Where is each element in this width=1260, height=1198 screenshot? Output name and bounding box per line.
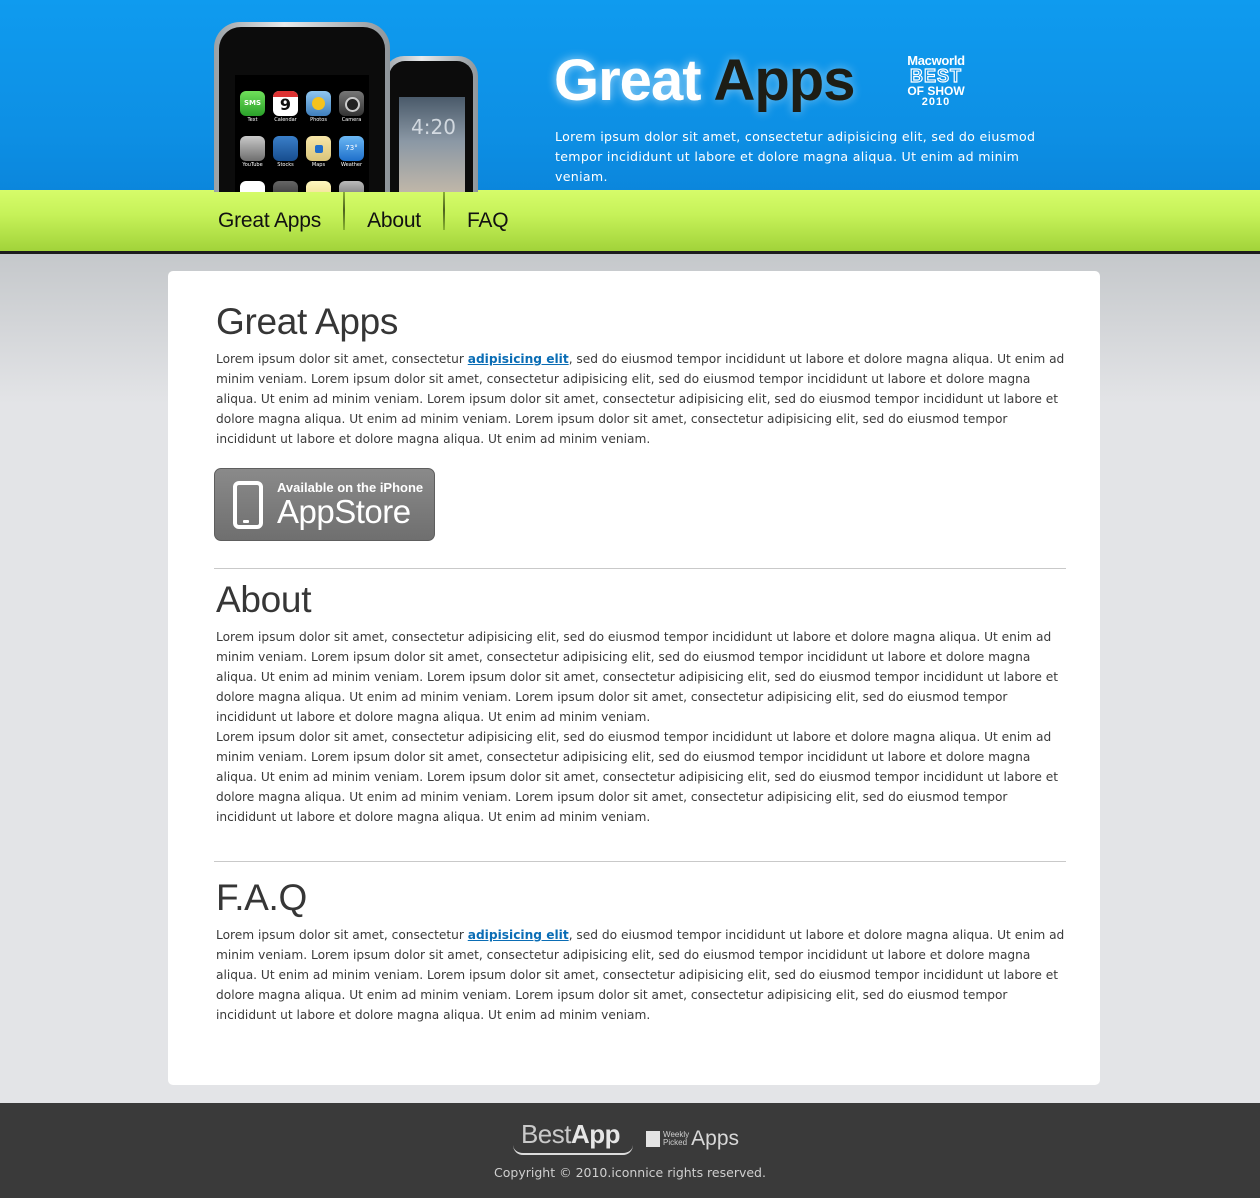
- nav-link-faq[interactable]: FAQ: [445, 209, 530, 233]
- site-title-word2: Apps: [713, 48, 855, 113]
- section-heading-about: About: [216, 579, 312, 620]
- section-divider: [214, 861, 1066, 862]
- iphone-icon: [233, 480, 263, 529]
- bestapp-logo[interactable]: BestApp: [512, 1119, 633, 1155]
- app-icon-calculator: [272, 181, 299, 192]
- nav-item-faq[interactable]: FAQ: [445, 190, 530, 251]
- section-about: About Lorem ipsum dolor sit amet, consec…: [216, 579, 1066, 827]
- header: 4:20 SMS Text 9 Calendar Photos Camera You…: [0, 0, 1260, 192]
- app-icon-photos: Photos: [305, 91, 332, 123]
- site-title-word1: Great: [554, 48, 702, 113]
- macworld-badge: Macworld BEST OF SHOW 2010: [907, 53, 965, 108]
- main-nav: Great Apps About FAQ: [0, 190, 1260, 254]
- inline-link[interactable]: adipisicing elit: [468, 352, 569, 366]
- content-panel: Great Apps Lorem ipsum dolor sit amet, c…: [168, 271, 1100, 1085]
- app-icon-clock: [239, 181, 266, 192]
- weekly-picked-apps-logo[interactable]: Weekly Picked Apps: [646, 1127, 739, 1151]
- app-icon-calendar: 9 Calendar: [272, 91, 299, 123]
- app-icon-camera: Camera: [338, 91, 365, 123]
- section-great-apps: Great Apps Lorem ipsum dolor sit amet, c…: [216, 301, 1066, 449]
- section-faq: F.A.Q Lorem ipsum dolor sit amet, consec…: [216, 877, 1066, 1025]
- copyright-text: Copyright © 2010.iconnice rights reserve…: [494, 1165, 766, 1180]
- nav-item-about[interactable]: About: [345, 190, 443, 251]
- app-icon-notes: [305, 181, 332, 192]
- iphone-back-image: 4:20: [384, 56, 478, 192]
- app-icon-weather: 73° Weather: [338, 136, 365, 168]
- app-icon-stocks: Stocks: [272, 136, 299, 168]
- section-text-great-apps: Lorem ipsum dolor sit amet, consectetur …: [216, 352, 1065, 446]
- section-text-about-1: Lorem ipsum dolor sit amet, consectetur …: [216, 630, 1058, 724]
- footer: BestApp Weekly Picked Apps Copyright © 2…: [0, 1103, 1260, 1198]
- app-icon-maps: Maps: [305, 136, 332, 168]
- nav-item-great-apps[interactable]: Great Apps: [196, 190, 343, 251]
- section-heading-faq: F.A.Q: [216, 877, 308, 918]
- logo-box-icon: [646, 1131, 661, 1147]
- nav-link-about[interactable]: About: [345, 209, 443, 233]
- header-tagline: Lorem ipsum dolor sit amet, consectetur …: [555, 129, 1036, 184]
- section-divider: [214, 568, 1066, 569]
- nav-link-great-apps[interactable]: Great Apps: [196, 209, 343, 233]
- app-store-button[interactable]: Available on the iPhone AppStore: [214, 468, 435, 541]
- phone-screen: SMS Text 9 Calendar Photos Camera YouTube …: [235, 75, 369, 192]
- section-heading-great-apps: Great Apps: [216, 301, 399, 342]
- logo-swoosh: [512, 1145, 633, 1155]
- app-store-big-label: AppStore: [277, 493, 411, 530]
- app-icon-youtube: YouTube: [239, 136, 266, 168]
- app-icon-text: SMS Text: [239, 91, 266, 123]
- section-text-about-2: Lorem ipsum dolor sit amet, consectetur …: [216, 730, 1058, 824]
- phone-back-time: 4:20: [411, 115, 456, 139]
- iphone-image: SMS Text 9 Calendar Photos Camera YouTube …: [214, 22, 390, 192]
- inline-link[interactable]: adipisicing elit: [468, 928, 569, 942]
- site-title: Great Apps: [554, 48, 855, 114]
- app-icon-settings: [338, 181, 365, 192]
- section-text-faq: Lorem ipsum dolor sit amet, consectetur …: [216, 928, 1065, 1022]
